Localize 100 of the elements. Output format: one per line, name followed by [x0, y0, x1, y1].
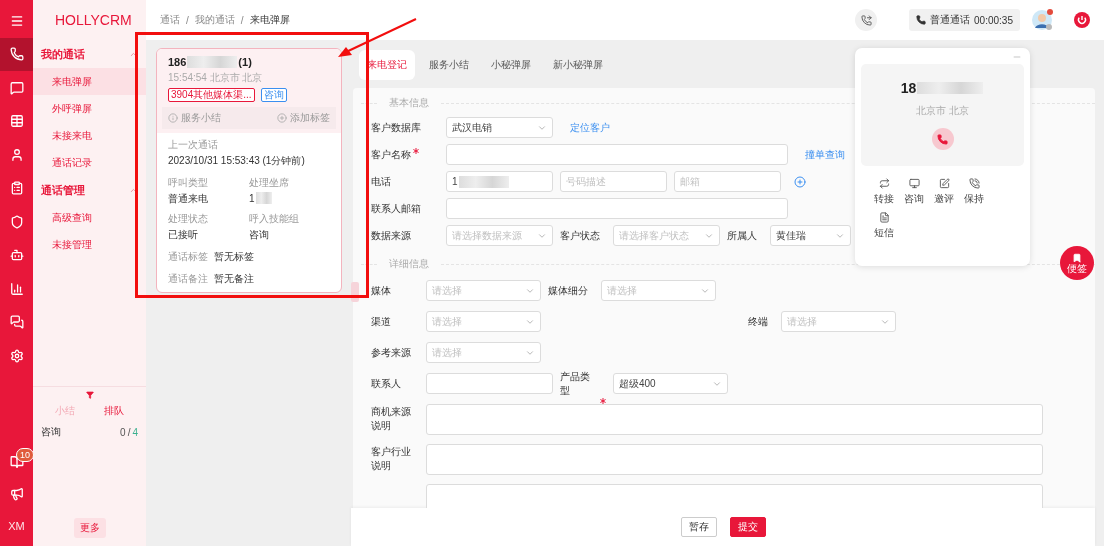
menu-icon[interactable]	[9, 13, 24, 28]
redaction-blur	[255, 192, 272, 204]
breadcrumb-item[interactable]: 通话	[160, 13, 180, 27]
call-action[interactable]: 短信	[874, 226, 894, 240]
bar-chart-icon[interactable]	[9, 281, 24, 296]
sidebar-item[interactable]: 未接来电	[33, 122, 146, 149]
sidebar-item[interactable]: 高级查询	[33, 204, 146, 231]
filter-icon[interactable]	[85, 391, 94, 399]
tab[interactable]: 服务小结	[421, 50, 477, 80]
field-label: 电话	[371, 174, 391, 189]
sidebar-item[interactable]: 外呼弹屏	[33, 95, 146, 122]
caller-location: 北京市 北京	[916, 104, 969, 118]
avatar-icon[interactable]	[1032, 8, 1054, 32]
separator: /	[127, 426, 131, 438]
field-label: 渠道	[371, 314, 391, 329]
field-value: 暂无标签	[214, 250, 254, 264]
call-action[interactable]: 咨询	[904, 192, 924, 206]
phone-number: 18	[900, 80, 917, 96]
grid-icon[interactable]	[9, 114, 24, 129]
tag: 3904其他媒体渠...	[168, 88, 255, 102]
breadcrumb-separator: /	[186, 14, 189, 26]
more-button[interactable]: 更多	[73, 518, 106, 538]
field-label: 呼叫类型	[168, 176, 209, 190]
field-value: 咨询	[249, 228, 269, 242]
input-field[interactable]	[446, 198, 788, 219]
breadcrumb-separator: /	[240, 14, 244, 26]
logo: HOLLYCRM	[54, 11, 133, 30]
queue-total: 4	[132, 426, 138, 438]
add-icon[interactable]	[794, 175, 806, 188]
card-action[interactable]: 服务小结	[181, 111, 221, 125]
input-field[interactable]	[426, 373, 553, 394]
field-label: 终端	[748, 314, 768, 329]
field-label: 通话备注	[168, 272, 208, 286]
required-icon	[413, 147, 419, 154]
field-label: 客户名称	[371, 147, 411, 162]
breadcrumb-item: 来电弹屏	[249, 13, 290, 27]
field-label: 媒体细分	[548, 283, 588, 298]
submit-button[interactable]: 提交	[729, 517, 766, 537]
phone-button[interactable]	[855, 9, 878, 31]
link[interactable]: 撞单查询	[805, 147, 845, 162]
user-initials: XM	[8, 520, 25, 532]
field-label: 呼入技能组	[249, 212, 300, 226]
menu-group-title[interactable]: 通话管理	[41, 182, 85, 198]
call-action[interactable]: 转接	[874, 192, 894, 206]
queue-name: 咨询	[41, 425, 61, 439]
breadcrumb-item[interactable]: 我的通话	[194, 13, 235, 27]
select-field[interactable]: 武汉电销	[446, 117, 553, 138]
clipboard-icon[interactable]	[9, 181, 24, 196]
tab[interactable]: 排队	[103, 404, 124, 418]
menu-group-title[interactable]: 我的通话	[41, 46, 85, 62]
edit-icon	[938, 178, 950, 189]
tab[interactable]: 小秘弹屏	[483, 50, 539, 80]
chat-icon[interactable]	[9, 80, 24, 95]
call-action[interactable]: 邀评	[934, 192, 954, 206]
field-label: 商机来源说明	[371, 405, 412, 433]
power-icon[interactable]	[1074, 12, 1090, 28]
redaction-blur	[917, 82, 984, 94]
field-label: 数据来源	[371, 228, 411, 243]
phone-icon	[968, 178, 980, 189]
megaphone-icon[interactable]	[9, 487, 24, 501]
field-label: 所属人	[727, 228, 757, 243]
phone-number: 186	[168, 56, 187, 68]
field-label: 处理状态	[168, 212, 209, 226]
sidebar-item[interactable]: 通话记录	[33, 149, 146, 176]
field-value: 已接听	[168, 228, 198, 242]
queue-count: 0	[120, 426, 126, 438]
call-status: 普通通话 00:00:35	[909, 9, 1020, 31]
monitor-icon	[908, 178, 920, 189]
call-action[interactable]: 保持	[964, 192, 984, 206]
input-field[interactable]: 1	[446, 171, 553, 192]
field-value: 1	[249, 192, 255, 204]
field-label: 参考来源	[371, 345, 411, 360]
select-field[interactable]: 超级400	[613, 373, 728, 394]
save-button[interactable]: 暂存	[680, 517, 717, 537]
select-field[interactable]: 黄佳瑞	[770, 225, 851, 246]
field-label: 联系人邮箱	[371, 201, 421, 216]
collapse-handle[interactable]	[351, 282, 359, 302]
card-action[interactable]: 添加标签	[290, 111, 330, 125]
input-field[interactable]	[446, 144, 788, 165]
person-icon[interactable]	[9, 147, 24, 162]
transfer-icon	[878, 178, 890, 189]
field-label: 产品类型	[560, 369, 591, 398]
field-value: 2023/10/31 15:53:43 (1分钟前)	[168, 154, 306, 168]
tab[interactable]: 新小秘弹屏	[545, 50, 611, 80]
field-label: 客户数据库	[371, 120, 421, 135]
phone-icon	[916, 15, 927, 25]
hang-up-button[interactable]	[931, 128, 954, 150]
messages-icon[interactable]	[9, 315, 24, 330]
shield-icon[interactable]	[9, 214, 24, 229]
document-icon	[878, 212, 890, 223]
required-icon	[600, 397, 606, 404]
field-label: 客户状态	[560, 228, 600, 243]
sidebar-item[interactable]: 未接管理	[33, 231, 146, 258]
link[interactable]: 定位客户	[570, 120, 610, 135]
settings-icon[interactable]	[9, 348, 24, 363]
call-count: (1)	[238, 56, 252, 68]
sidebar-item[interactable]: 来电弹屏	[33, 68, 146, 95]
call-time-location: 15:54:54 北京市 北京	[168, 71, 264, 85]
phone-icon[interactable]	[9, 47, 24, 62]
robot-icon[interactable]	[9, 248, 24, 263]
